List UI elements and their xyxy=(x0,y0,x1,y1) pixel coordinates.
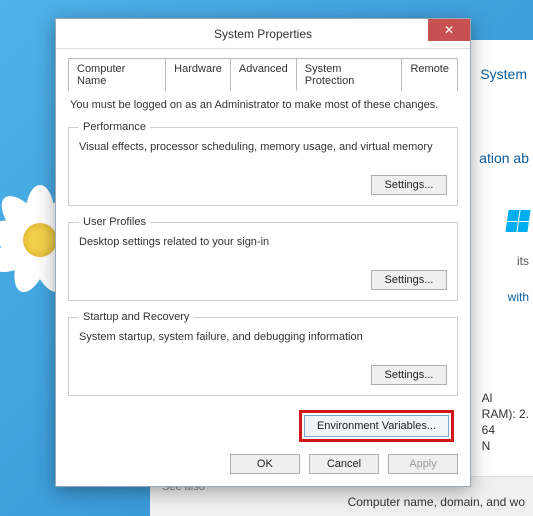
startup-recovery-desc: System startup, system failure, and debu… xyxy=(79,331,447,343)
windows-logo-icon xyxy=(505,210,530,232)
dialog-button-row: OK Cancel Apply xyxy=(68,454,458,474)
performance-settings-button[interactable]: Settings... xyxy=(371,175,447,195)
user-profiles-legend: User Profiles xyxy=(79,216,150,228)
startup-recovery-legend: Startup and Recovery xyxy=(79,311,193,323)
cancel-button[interactable]: Cancel xyxy=(309,454,379,474)
tab-advanced[interactable]: Advanced xyxy=(231,58,297,91)
bg-system-heading: System xyxy=(480,66,527,82)
environment-variables-button[interactable]: Environment Variables... xyxy=(304,415,449,437)
user-profiles-settings-button[interactable]: Settings... xyxy=(371,270,447,290)
ok-button[interactable]: OK xyxy=(230,454,300,474)
system-properties-dialog: System Properties ✕ Computer Name Hardwa… xyxy=(55,18,471,487)
dialog-title: System Properties xyxy=(214,27,312,41)
performance-group: Performance Visual effects, processor sc… xyxy=(68,121,458,206)
close-button[interactable]: ✕ xyxy=(428,19,470,41)
titlebar[interactable]: System Properties ✕ xyxy=(56,19,470,49)
admin-notice: You must be logged on as an Administrato… xyxy=(70,99,456,111)
startup-recovery-settings-button[interactable]: Settings... xyxy=(371,365,447,385)
user-profiles-group: User Profiles Desktop settings related t… xyxy=(68,216,458,301)
performance-legend: Performance xyxy=(79,121,150,133)
bg-spec-fragment: Al RAM): 2. 64 N xyxy=(482,390,529,454)
close-icon: ✕ xyxy=(444,23,454,37)
bg-text-fragment: with xyxy=(508,290,529,304)
bg-text-fragment: its xyxy=(517,254,529,268)
bg-bottom-text: Computer name, domain, and wo xyxy=(348,495,525,509)
tab-strip: Computer Name Hardware Advanced System P… xyxy=(68,57,458,91)
highlight-annotation: Environment Variables... xyxy=(299,410,454,442)
tab-remote[interactable]: Remote xyxy=(402,58,458,91)
startup-recovery-group: Startup and Recovery System startup, sys… xyxy=(68,311,458,396)
tab-computer-name[interactable]: Computer Name xyxy=(68,58,166,91)
performance-desc: Visual effects, processor scheduling, me… xyxy=(79,141,447,153)
tab-system-protection[interactable]: System Protection xyxy=(297,58,403,91)
apply-button[interactable]: Apply xyxy=(388,454,458,474)
user-profiles-desc: Desktop settings related to your sign-in xyxy=(79,236,447,248)
bg-text-fragment: ation ab xyxy=(479,150,529,166)
tab-hardware[interactable]: Hardware xyxy=(166,58,231,91)
